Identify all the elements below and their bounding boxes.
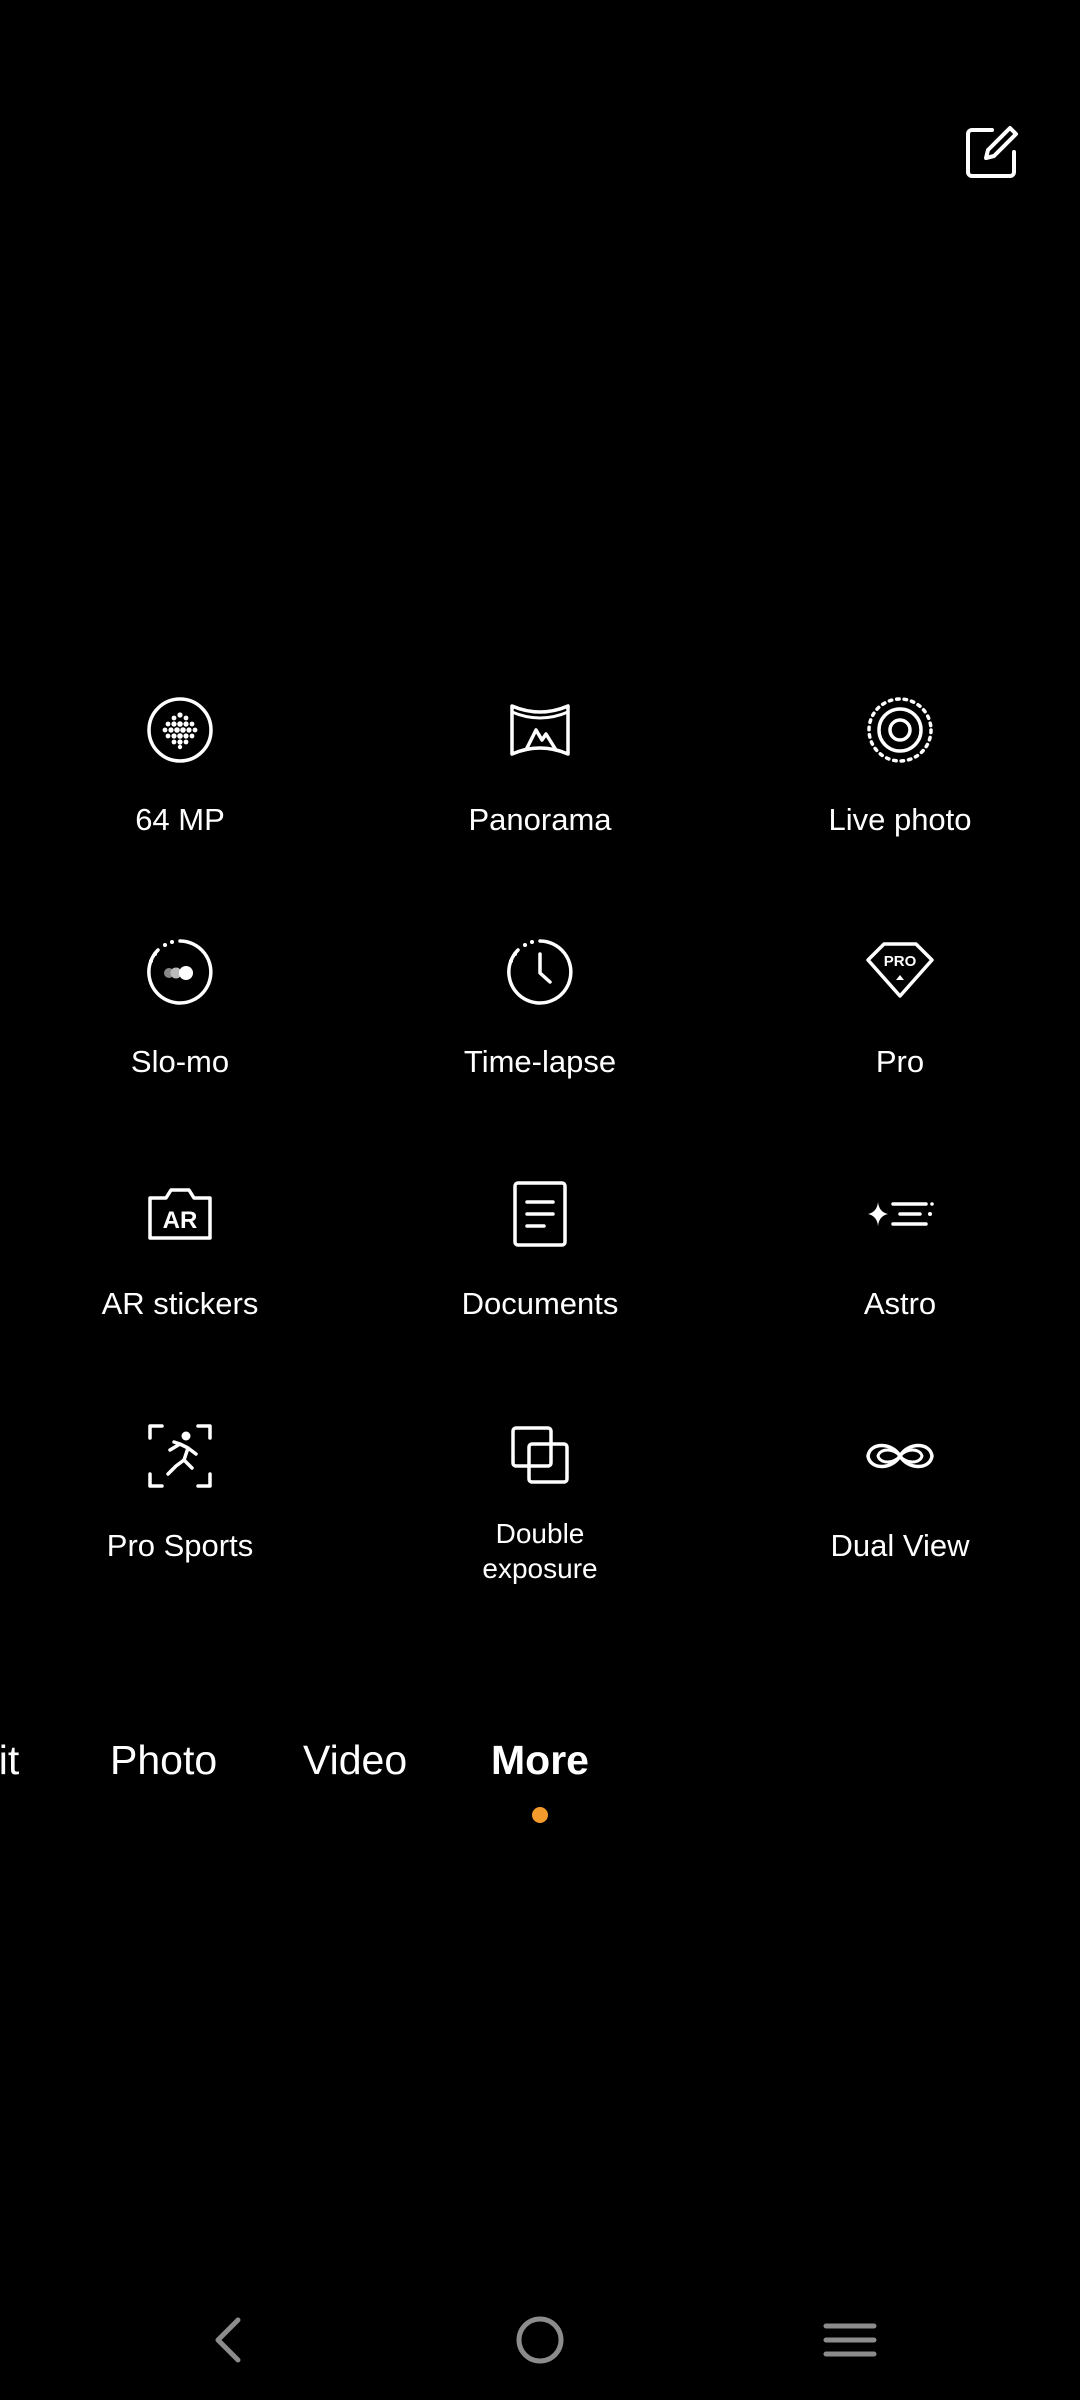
mode-double-exposure[interactable]: Double exposure bbox=[390, 1416, 690, 1616]
home-icon bbox=[516, 2316, 564, 2364]
live-photo-icon bbox=[860, 690, 940, 770]
camera-mode-grid: 64 MP Panorama Live photo Slo-mo Time-la… bbox=[0, 690, 1080, 1630]
mode-dual-view[interactable]: Dual View bbox=[750, 1416, 1050, 1616]
mode-label: AR stickers bbox=[101, 1286, 259, 1321]
back-icon bbox=[215, 2317, 241, 2363]
pro-icon: PRO bbox=[860, 932, 940, 1012]
ar-stickers-icon: AR bbox=[140, 1174, 220, 1254]
mode-label: Time-lapse bbox=[463, 1044, 617, 1079]
mode-label: Double exposure bbox=[482, 1518, 598, 1584]
panorama-icon bbox=[500, 690, 580, 770]
astro-icon bbox=[860, 1174, 940, 1254]
mode-documents[interactable]: Documents bbox=[390, 1174, 690, 1374]
mode-ar-stickers[interactable]: AR AR stickers bbox=[30, 1174, 330, 1374]
nav-home-button[interactable] bbox=[500, 2300, 580, 2380]
nav-back-button[interactable] bbox=[190, 2300, 270, 2380]
mode-label: 64 MP bbox=[135, 802, 225, 837]
tab-more[interactable]: More bbox=[491, 1730, 589, 1790]
system-nav-bar bbox=[0, 2300, 1080, 2380]
mode-astro[interactable]: Astro bbox=[750, 1174, 1050, 1374]
dual-view-icon bbox=[860, 1416, 940, 1496]
svg-text:PRO: PRO bbox=[884, 953, 917, 970]
slow-motion-icon bbox=[140, 932, 220, 1012]
tab-photo[interactable]: Photo bbox=[110, 1730, 217, 1790]
pro-sports-icon bbox=[140, 1416, 220, 1496]
mode-64mp[interactable]: 64 MP bbox=[30, 690, 330, 890]
mode-label: Slo-mo bbox=[130, 1044, 230, 1079]
mode-label: Dual View bbox=[830, 1528, 970, 1563]
mode-label: Astro bbox=[863, 1286, 937, 1321]
mode-label: Panorama bbox=[468, 802, 612, 837]
mode-live-photo[interactable]: Live photo bbox=[750, 690, 1050, 890]
active-tab-indicator bbox=[532, 1807, 548, 1823]
mode-label: Pro bbox=[875, 1044, 925, 1079]
mode-label: Documents bbox=[461, 1286, 619, 1321]
mode-label: Pro Sports bbox=[106, 1528, 254, 1563]
tab-video[interactable]: Video bbox=[303, 1730, 407, 1790]
mode-time-lapse[interactable]: Time-lapse bbox=[390, 932, 690, 1132]
edit-modes-button[interactable] bbox=[962, 122, 1022, 182]
mode-pro-sports[interactable]: Pro Sports bbox=[30, 1416, 330, 1616]
edit-square-icon bbox=[966, 126, 1018, 178]
documents-icon bbox=[500, 1174, 580, 1254]
mode-panorama[interactable]: Panorama bbox=[390, 690, 690, 890]
mode-slo-mo[interactable]: Slo-mo bbox=[30, 932, 330, 1132]
double-exposure-icon bbox=[500, 1416, 580, 1496]
64mp-icon bbox=[140, 690, 220, 770]
time-lapse-icon bbox=[500, 932, 580, 1012]
mode-label: Live photo bbox=[828, 802, 972, 837]
svg-text:AR: AR bbox=[163, 1207, 198, 1234]
menu-icon bbox=[823, 2323, 877, 2357]
mode-pro[interactable]: PRO Pro bbox=[750, 932, 1050, 1132]
tab-portrait-partial[interactable]: ait bbox=[0, 1730, 19, 1790]
nav-menu-button[interactable] bbox=[810, 2300, 890, 2380]
